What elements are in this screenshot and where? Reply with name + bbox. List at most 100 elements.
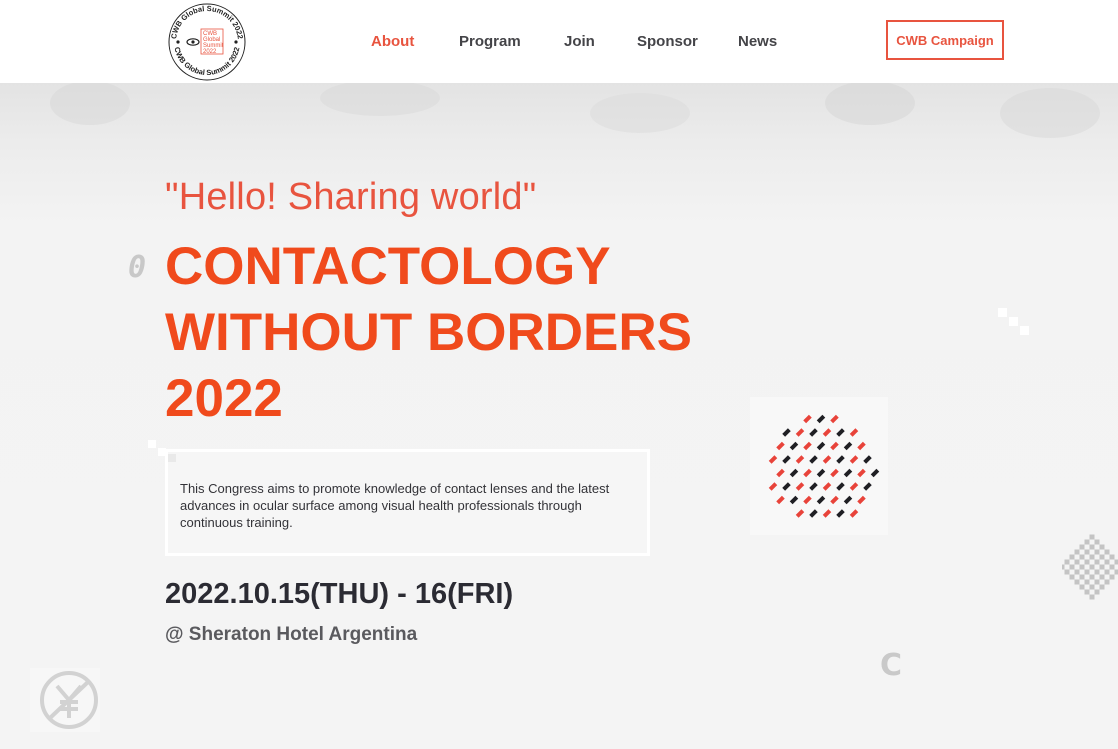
checker-square — [1089, 584, 1095, 590]
pattern-dash — [789, 468, 799, 478]
pattern-dash — [809, 482, 818, 491]
checker-square — [1089, 534, 1095, 540]
checker-square — [1089, 554, 1095, 560]
c-glyph-decoration: C — [880, 648, 903, 683]
pattern-dash — [822, 428, 832, 437]
checker-square — [1094, 579, 1100, 585]
cwb-campaign-button[interactable]: CWB Campaign — [886, 20, 1004, 60]
pattern-dash — [822, 455, 832, 464]
pattern-dash — [836, 509, 845, 518]
nav-join[interactable]: Join — [564, 33, 595, 50]
checker-square — [1109, 554, 1115, 560]
description-box: This Congress aims to promote knowledge … — [165, 449, 650, 556]
hero-title: CONTACTOLOGY WITHOUT BORDERS 2022 — [165, 234, 765, 432]
nav-about[interactable]: About — [371, 33, 414, 50]
checker-square — [1074, 579, 1080, 585]
pixel-decoration-right — [998, 308, 1029, 335]
pattern-dash — [795, 509, 805, 518]
pattern-dash — [830, 495, 839, 505]
hero-background-photo — [50, 83, 1100, 138]
checker-square — [1069, 574, 1075, 580]
pattern-dash — [849, 482, 859, 491]
checker-square — [1114, 559, 1118, 565]
pattern-dash — [809, 455, 818, 464]
pattern-dash — [849, 455, 859, 464]
checker-square — [1084, 579, 1090, 585]
yen-badge-icon — [30, 668, 100, 732]
pattern-dash — [857, 495, 866, 505]
event-date: 2022.10.15(THU) - 16(FRI) — [165, 578, 514, 610]
checker-square — [1079, 554, 1085, 560]
pattern-dash — [782, 455, 791, 464]
nav-program[interactable]: Program — [459, 33, 521, 50]
nav-sponsor[interactable]: Sponsor — [637, 33, 698, 50]
pattern-dash — [843, 441, 853, 451]
site-header: CWB Global Summit 2022 CWB Global Summit… — [0, 0, 1118, 83]
pixel-decoration-left — [148, 440, 176, 462]
pattern-dash — [809, 509, 818, 518]
hero-title-line3: 2022 — [165, 369, 283, 428]
cwb-summit-logo[interactable]: CWB Global Summit 2022 CWB Global Summit… — [166, 2, 248, 82]
checker-square — [1069, 564, 1075, 570]
checker-square — [1079, 574, 1085, 580]
pattern-dash — [849, 428, 859, 437]
nav-news[interactable]: News — [738, 33, 777, 50]
pattern-dash — [870, 468, 880, 478]
event-venue: @ Sheraton Hotel Argentina — [165, 624, 418, 645]
pattern-dash — [789, 441, 799, 451]
hero-title-line2: WITHOUT BORDERS — [165, 303, 693, 362]
pattern-dash — [795, 455, 805, 464]
checker-square — [1104, 569, 1110, 575]
checker-square — [1094, 559, 1100, 565]
checker-square — [1104, 579, 1110, 585]
checker-square — [1089, 574, 1095, 580]
pattern-dash — [830, 441, 839, 451]
pattern-dash — [843, 495, 853, 505]
checker-square — [1104, 549, 1110, 555]
checker-square — [1064, 569, 1070, 575]
pattern-dash — [816, 495, 826, 505]
checker-square — [1099, 564, 1105, 570]
pattern-dash — [822, 482, 832, 491]
pattern-dash — [857, 468, 866, 478]
checker-square — [1089, 564, 1095, 570]
checker-square — [1094, 539, 1100, 545]
pattern-dash — [836, 455, 845, 464]
checker-square — [1089, 594, 1095, 600]
checker-square — [1099, 554, 1105, 560]
pattern-dash — [782, 482, 791, 491]
checker-square — [1074, 559, 1080, 565]
checker-square — [1099, 584, 1105, 590]
hero-description: This Congress aims to promote knowledge … — [180, 481, 610, 530]
pattern-dash — [849, 509, 859, 518]
pattern-dash — [803, 468, 812, 478]
pattern-dash — [789, 495, 799, 505]
pattern-dash — [816, 414, 826, 424]
pattern-dash — [863, 455, 872, 464]
zero-glyph-decoration: 0 — [128, 250, 147, 285]
pattern-dash — [836, 428, 845, 437]
checker-square — [1099, 544, 1105, 550]
checker-square — [1084, 549, 1090, 555]
pattern-dash — [803, 495, 812, 505]
checker-square — [1084, 539, 1090, 545]
pattern-dash — [830, 468, 839, 478]
checker-square — [1084, 589, 1090, 595]
checker-square — [1084, 569, 1090, 575]
pattern-dash — [776, 495, 785, 505]
checker-square — [1079, 564, 1085, 570]
pattern-dash — [843, 468, 853, 478]
checker-square — [1089, 544, 1095, 550]
logo-center-line4: 2022 — [203, 49, 217, 55]
checker-square — [1094, 569, 1100, 575]
checker-square — [1094, 589, 1100, 595]
pattern-dash — [822, 509, 832, 518]
pattern-dash — [816, 468, 826, 478]
checker-square — [1062, 564, 1065, 570]
checker-square — [1109, 574, 1115, 580]
pattern-dash — [830, 414, 839, 424]
patterned-circle-graphic — [768, 414, 880, 518]
pattern-dash — [776, 441, 785, 451]
checker-square — [1074, 569, 1080, 575]
pattern-dash — [816, 441, 826, 451]
